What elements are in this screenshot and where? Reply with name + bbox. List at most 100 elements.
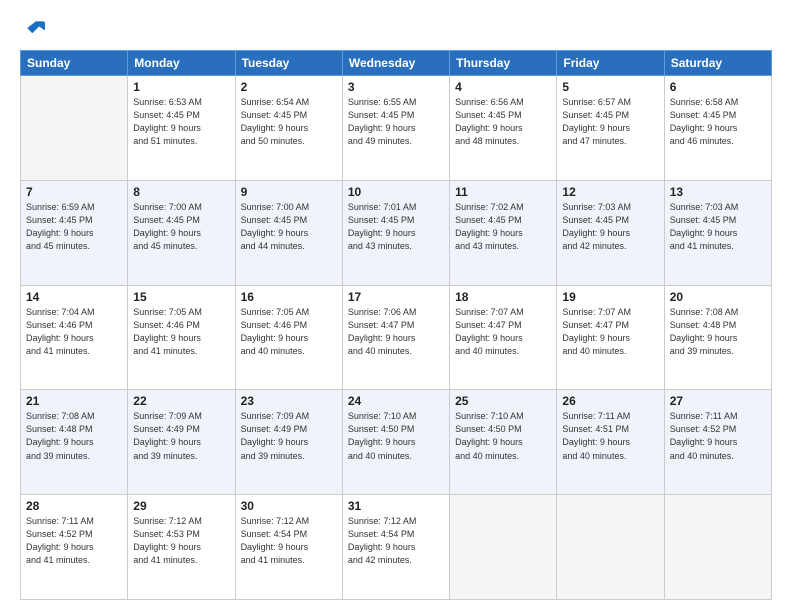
cell-info: Sunrise: 7:12 AMSunset: 4:53 PMDaylight:… — [133, 515, 229, 567]
weekday-header-tuesday: Tuesday — [235, 51, 342, 76]
cell-info: Sunrise: 6:58 AMSunset: 4:45 PMDaylight:… — [670, 96, 766, 148]
day-number: 27 — [670, 394, 766, 408]
calendar-cell: 18 Sunrise: 7:07 AMSunset: 4:47 PMDayligh… — [450, 285, 557, 390]
calendar-cell — [21, 76, 128, 181]
day-number: 17 — [348, 290, 444, 304]
cell-info: Sunrise: 7:03 AMSunset: 4:45 PMDaylight:… — [562, 201, 658, 253]
calendar-cell: 4Sunrise: 6:56 AMSunset: 4:45 PMDaylight… — [450, 76, 557, 181]
day-number: 20 — [670, 290, 766, 304]
calendar-cell: 3 Sunrise: 6:55 AMSunset: 4:45 PMDaylight… — [342, 76, 449, 181]
calendar-cell: 27 Sunrise: 7:11 AMSunset: 4:52 PMDayligh… — [664, 390, 771, 495]
calendar-cell: 12Sunrise: 7:03 AMSunset: 4:45 PMDayligh… — [557, 180, 664, 285]
calendar-week-row: 1Sunrise: 6:53 AMSunset: 4:45 PMDaylight… — [21, 76, 772, 181]
calendar-cell: 2Sunrise: 6:54 AMSunset: 4:45 PMDaylight… — [235, 76, 342, 181]
calendar-cell: 5 Sunrise: 6:57 AMSunset: 4:45 PMDaylight… — [557, 76, 664, 181]
calendar-cell: 29 Sunrise: 7:12 AMSunset: 4:53 PMDayligh… — [128, 495, 235, 600]
calendar-cell: 17 Sunrise: 7:06 AMSunset: 4:47 PMDayligh… — [342, 285, 449, 390]
day-number: 3 — [348, 80, 444, 94]
day-number: 5 — [562, 80, 658, 94]
day-number: 28 — [26, 499, 122, 513]
cell-info: Sunrise: 7:10 AMSunset: 4:50 PMDaylight:… — [455, 410, 551, 462]
day-number: 23 — [241, 394, 337, 408]
day-number: 9 — [241, 185, 337, 199]
cell-info: Sunrise: 7:02 AMSunset: 4:45 PMDaylight:… — [455, 201, 551, 253]
calendar-cell — [557, 495, 664, 600]
calendar-cell: 13 Sunrise: 7:03 AMSunset: 4:45 PMDayligh… — [664, 180, 771, 285]
day-number: 8 — [133, 185, 229, 199]
day-number: 4 — [455, 80, 551, 94]
cell-info: Sunrise: 7:12 AMSunset: 4:54 PMDaylight:… — [348, 515, 444, 567]
day-number: 31 — [348, 499, 444, 513]
day-number: 21 — [26, 394, 122, 408]
cell-info: Sunrise: 7:08 AMSunset: 4:48 PMDaylight:… — [26, 410, 122, 462]
cell-info: Sunrise: 6:59 AMSunset: 4:45 PMDaylight:… — [26, 201, 122, 253]
calendar-cell: 31 Sunrise: 7:12 AMSunset: 4:54 PMDayligh… — [342, 495, 449, 600]
day-number: 26 — [562, 394, 658, 408]
cell-info: Sunrise: 6:53 AMSunset: 4:45 PMDaylight:… — [133, 96, 229, 148]
day-number: 14 — [26, 290, 122, 304]
cell-info: Sunrise: 7:09 AMSunset: 4:49 PMDaylight:… — [241, 410, 337, 462]
calendar-cell: 8 Sunrise: 7:00 AMSunset: 4:45 PMDaylight… — [128, 180, 235, 285]
calendar-cell: 6 Sunrise: 6:58 AMSunset: 4:45 PMDaylight… — [664, 76, 771, 181]
day-number: 10 — [348, 185, 444, 199]
logo — [20, 18, 52, 40]
weekday-header-row: SundayMondayTuesdayWednesdayThursdayFrid… — [21, 51, 772, 76]
cell-info: Sunrise: 7:08 AMSunset: 4:48 PMDaylight:… — [670, 306, 766, 358]
calendar-cell: 10Sunrise: 7:01 AMSunset: 4:45 PMDayligh… — [342, 180, 449, 285]
cell-info: Sunrise: 7:09 AMSunset: 4:49 PMDaylight:… — [133, 410, 229, 462]
calendar-table: SundayMondayTuesdayWednesdayThursdayFrid… — [20, 50, 772, 600]
cell-info: Sunrise: 7:11 AMSunset: 4:51 PMDaylight:… — [562, 410, 658, 462]
weekday-header-sunday: Sunday — [21, 51, 128, 76]
cell-info: Sunrise: 7:06 AMSunset: 4:47 PMDaylight:… — [348, 306, 444, 358]
weekday-header-thursday: Thursday — [450, 51, 557, 76]
calendar-cell — [450, 495, 557, 600]
calendar-week-row: 28 Sunrise: 7:11 AMSunset: 4:52 PMDayligh… — [21, 495, 772, 600]
cell-info: Sunrise: 7:07 AMSunset: 4:47 PMDaylight:… — [455, 306, 551, 358]
calendar-cell: 22 Sunrise: 7:09 AMSunset: 4:49 PMDayligh… — [128, 390, 235, 495]
calendar-cell: 28 Sunrise: 7:11 AMSunset: 4:52 PMDayligh… — [21, 495, 128, 600]
calendar-cell: 20 Sunrise: 7:08 AMSunset: 4:48 PMDayligh… — [664, 285, 771, 390]
day-number: 16 — [241, 290, 337, 304]
calendar-cell: 1Sunrise: 6:53 AMSunset: 4:45 PMDaylight… — [128, 76, 235, 181]
cell-info: Sunrise: 7:05 AMSunset: 4:46 PMDaylight:… — [133, 306, 229, 358]
day-number: 19 — [562, 290, 658, 304]
day-number: 29 — [133, 499, 229, 513]
calendar-week-row: 14 Sunrise: 7:04 AMSunset: 4:46 PMDayligh… — [21, 285, 772, 390]
cell-info: Sunrise: 7:05 AMSunset: 4:46 PMDaylight:… — [241, 306, 337, 358]
day-number: 22 — [133, 394, 229, 408]
day-number: 13 — [670, 185, 766, 199]
day-number: 30 — [241, 499, 337, 513]
calendar-cell: 11 Sunrise: 7:02 AMSunset: 4:45 PMDayligh… — [450, 180, 557, 285]
calendar-cell: 24Sunrise: 7:10 AMSunset: 4:50 PMDayligh… — [342, 390, 449, 495]
calendar-cell: 23 Sunrise: 7:09 AMSunset: 4:49 PMDayligh… — [235, 390, 342, 495]
calendar-cell: 30 Sunrise: 7:12 AMSunset: 4:54 PMDayligh… — [235, 495, 342, 600]
cell-info: Sunrise: 7:12 AMSunset: 4:54 PMDaylight:… — [241, 515, 337, 567]
page: SundayMondayTuesdayWednesdayThursdayFrid… — [0, 0, 792, 612]
cell-info: Sunrise: 7:03 AMSunset: 4:45 PMDaylight:… — [670, 201, 766, 253]
cell-info: Sunrise: 7:04 AMSunset: 4:46 PMDaylight:… — [26, 306, 122, 358]
day-number: 18 — [455, 290, 551, 304]
calendar-cell: 16 Sunrise: 7:05 AMSunset: 4:46 PMDayligh… — [235, 285, 342, 390]
header — [20, 18, 772, 40]
weekday-header-monday: Monday — [128, 51, 235, 76]
weekday-header-saturday: Saturday — [664, 51, 771, 76]
calendar-cell — [664, 495, 771, 600]
calendar-cell: 15 Sunrise: 7:05 AMSunset: 4:46 PMDayligh… — [128, 285, 235, 390]
generalblue-logo-icon — [20, 18, 48, 40]
weekday-header-wednesday: Wednesday — [342, 51, 449, 76]
calendar-cell: 9 Sunrise: 7:00 AMSunset: 4:45 PMDaylight… — [235, 180, 342, 285]
cell-info: Sunrise: 7:11 AMSunset: 4:52 PMDaylight:… — [26, 515, 122, 567]
day-number: 11 — [455, 185, 551, 199]
cell-info: Sunrise: 7:00 AMSunset: 4:45 PMDaylight:… — [241, 201, 337, 253]
weekday-header-friday: Friday — [557, 51, 664, 76]
cell-info: Sunrise: 6:57 AMSunset: 4:45 PMDaylight:… — [562, 96, 658, 148]
calendar-cell: 26 Sunrise: 7:11 AMSunset: 4:51 PMDayligh… — [557, 390, 664, 495]
day-number: 6 — [670, 80, 766, 94]
calendar-cell: 19Sunrise: 7:07 AMSunset: 4:47 PMDayligh… — [557, 285, 664, 390]
day-number: 2 — [241, 80, 337, 94]
cell-info: Sunrise: 7:11 AMSunset: 4:52 PMDaylight:… — [670, 410, 766, 462]
cell-info: Sunrise: 6:55 AMSunset: 4:45 PMDaylight:… — [348, 96, 444, 148]
day-number: 15 — [133, 290, 229, 304]
cell-info: Sunrise: 7:00 AMSunset: 4:45 PMDaylight:… — [133, 201, 229, 253]
calendar-week-row: 7Sunrise: 6:59 AMSunset: 4:45 PMDaylight… — [21, 180, 772, 285]
